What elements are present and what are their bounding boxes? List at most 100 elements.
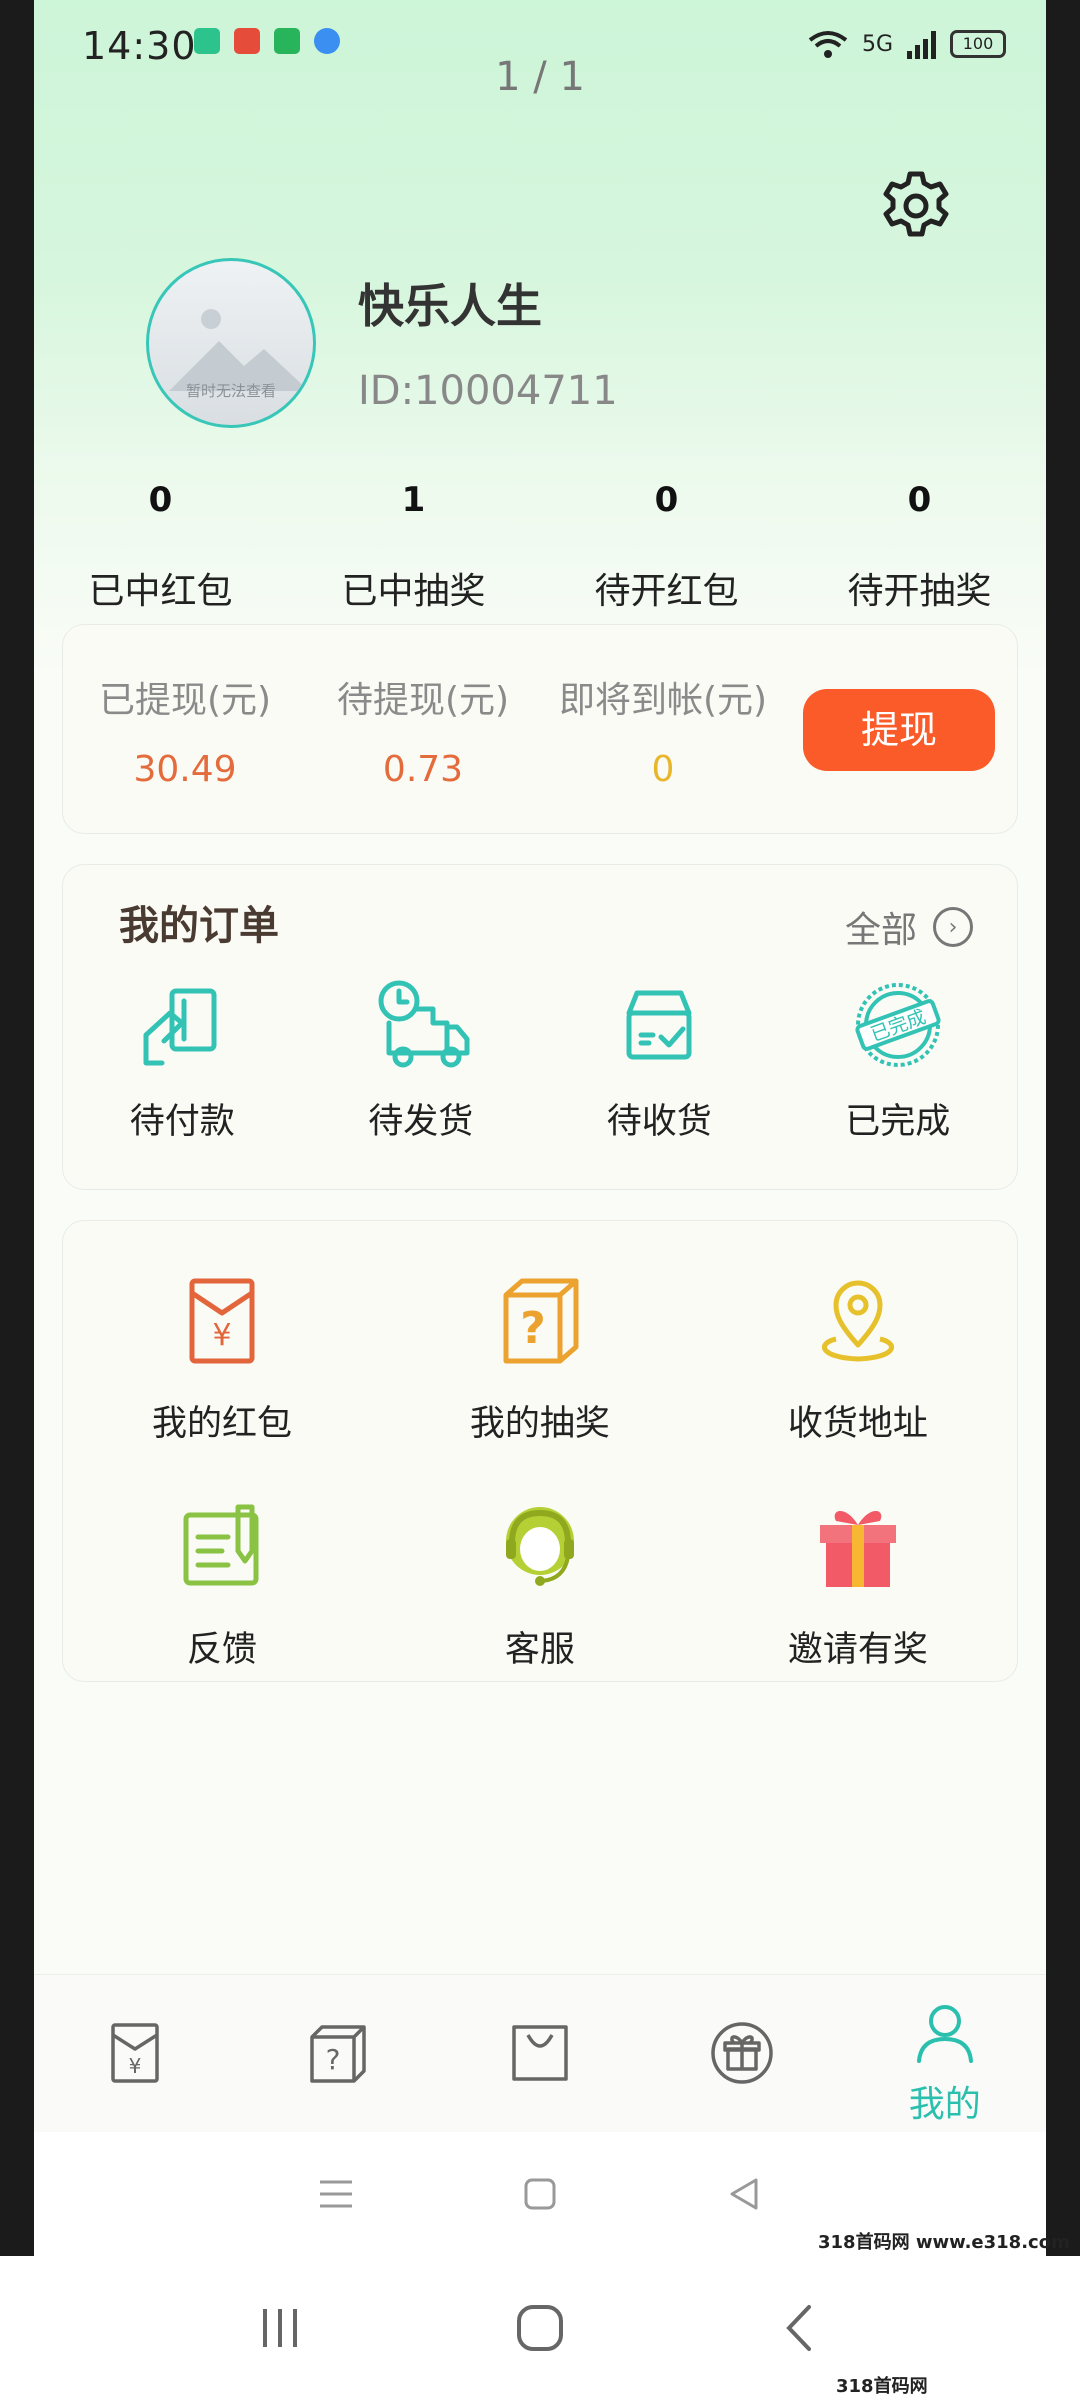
stat-value: 0 bbox=[907, 480, 932, 520]
stat-value: 0 bbox=[654, 480, 679, 520]
service-label: 收货地址 bbox=[787, 1404, 928, 1444]
service-customer-support[interactable]: 客服 bbox=[381, 1499, 699, 1725]
service-lottery[interactable]: ? 我的抽奖 bbox=[381, 1273, 699, 1499]
home-icon[interactable] bbox=[518, 2172, 562, 2216]
service-shipping-address[interactable]: 收货地址 bbox=[699, 1273, 1017, 1499]
avatar[interactable]: 暂时无法查看 bbox=[146, 258, 316, 428]
username: 快乐人生 bbox=[358, 279, 542, 333]
network-label: 5G bbox=[861, 31, 893, 57]
orders-card: 我的订单 全部 › 待付款 待发货 待收货 已完成 已完成 bbox=[62, 864, 1018, 1190]
service-red-envelopes[interactable]: ¥ 我的红包 bbox=[63, 1273, 381, 1499]
service-label: 反馈 bbox=[186, 1630, 257, 1670]
withdrawn-label: 已提现(元) bbox=[98, 680, 272, 721]
order-status-row: 待付款 待发货 待收货 已完成 已完成 bbox=[63, 977, 1017, 1144]
home-icon[interactable] bbox=[513, 2301, 567, 2355]
tab-red-envelope[interactable]: ¥ bbox=[34, 1975, 236, 2132]
customer-service-icon bbox=[505, 1507, 574, 1586]
stats-row: 0 已中红包 1 已中抽奖 0 待开红包 0 待开抽奖 bbox=[34, 480, 1046, 614]
right-frame bbox=[1046, 0, 1080, 2256]
order-status-completed[interactable]: 已完成 已完成 bbox=[779, 977, 1018, 1144]
tab-gift[interactable] bbox=[641, 1975, 843, 2132]
back-chevron-icon[interactable] bbox=[773, 2301, 827, 2355]
signal-icon bbox=[907, 29, 936, 59]
pending-value: 0.73 bbox=[382, 749, 464, 790]
recent-apps-icon[interactable] bbox=[314, 2172, 358, 2216]
services-grid: ¥ 我的红包 ? 我的抽奖 收货地址 反馈 客服 邀请有奖 bbox=[63, 1273, 1017, 1725]
incoming-summary: 即将到帐(元) 0 bbox=[553, 671, 773, 790]
gift-icon bbox=[819, 1511, 896, 1587]
image-placeholder-icon bbox=[169, 309, 309, 391]
svg-text:¥: ¥ bbox=[212, 1318, 231, 1353]
bottom-tab-bar: ¥ ? 我的 bbox=[34, 1974, 1046, 2132]
app-notification-icon bbox=[274, 28, 300, 54]
withdrawn-value: 30.49 bbox=[133, 749, 237, 790]
stat-item[interactable]: 0 已中红包 bbox=[34, 480, 287, 614]
delivery-truck-icon bbox=[378, 980, 470, 1068]
incoming-label: 即将到帐(元) bbox=[558, 680, 768, 721]
order-status-pending-shipment[interactable]: 待发货 bbox=[302, 977, 541, 1144]
user-id: ID:10004711 bbox=[358, 368, 618, 414]
mystery-box-icon: ? bbox=[503, 1278, 579, 1364]
avatar-caption: 暂时无法查看 bbox=[185, 382, 276, 400]
battery-icon: 100 bbox=[950, 30, 1006, 58]
gift-tab-icon bbox=[711, 2022, 774, 2084]
recent-apps-icon[interactable] bbox=[253, 2301, 307, 2355]
order-status-pending-receipt[interactable]: 待收货 bbox=[540, 977, 779, 1144]
stat-value: 1 bbox=[401, 480, 426, 520]
services-card: ¥ 我的红包 ? 我的抽奖 收货地址 反馈 客服 邀请有奖 bbox=[62, 1220, 1018, 1682]
view-all-label: 全部 bbox=[844, 910, 917, 951]
stat-item[interactable]: 0 待开红包 bbox=[540, 480, 793, 614]
service-label: 客服 bbox=[504, 1630, 575, 1670]
app-notification-icon bbox=[234, 28, 260, 54]
status-bar: 14:30 1 / 1 5G 100 bbox=[34, 18, 1046, 100]
service-label: 我的红包 bbox=[151, 1404, 292, 1444]
notification-icons bbox=[194, 28, 340, 54]
payment-icon bbox=[143, 988, 217, 1066]
app-notification-icon bbox=[314, 28, 340, 54]
service-label: 邀请有奖 bbox=[787, 1630, 928, 1670]
orders-title: 我的订单 bbox=[119, 903, 279, 949]
stat-label: 待开红包 bbox=[594, 571, 739, 612]
tab-me[interactable]: 我的 bbox=[844, 1975, 1046, 2132]
stat-value: 0 bbox=[148, 480, 173, 520]
lottery-tab-icon: ? bbox=[309, 2025, 366, 2083]
tab-label: 我的 bbox=[908, 2084, 981, 2125]
wifi-icon bbox=[808, 31, 848, 58]
wallet-card: 已提现(元) 30.49 待提现(元) 0.73 即将到帐(元) 0 提现 bbox=[62, 624, 1018, 834]
service-label: 我的抽奖 bbox=[469, 1404, 610, 1444]
order-status-label: 待付款 bbox=[129, 1102, 235, 1142]
app-notification-icon bbox=[194, 28, 220, 54]
app-screen: 14:30 1 / 1 5G 100 暂时无法查看 快乐人生 ID:100047… bbox=[34, 0, 1046, 2256]
settings-gear-icon[interactable] bbox=[878, 168, 954, 244]
red-envelope-tab-icon: ¥ bbox=[111, 2023, 159, 2083]
order-status-label: 待收货 bbox=[606, 1102, 712, 1142]
stat-item[interactable]: 0 待开抽奖 bbox=[793, 480, 1046, 614]
incoming-value: 0 bbox=[651, 749, 675, 790]
svg-text:?: ? bbox=[520, 1303, 546, 1354]
order-status-pending-payment[interactable]: 待付款 bbox=[63, 977, 302, 1144]
pending-summary: 待提现(元) 0.73 bbox=[323, 671, 523, 790]
watermark: 318首码网 www.e318.com bbox=[836, 2376, 990, 2400]
order-status-label: 已完成 bbox=[845, 1102, 951, 1142]
view-all-orders-link[interactable]: 全部 › bbox=[845, 901, 973, 953]
completed-stamp-icon: 已完成 bbox=[855, 983, 941, 1067]
shopping-bag-tab-icon bbox=[512, 2025, 568, 2081]
feedback-icon bbox=[183, 1504, 259, 1586]
stat-label: 已中抽奖 bbox=[341, 571, 486, 612]
service-invite-rewards[interactable]: 邀请有奖 bbox=[699, 1499, 1017, 1725]
status-time: 14:30 bbox=[82, 24, 197, 68]
package-box-icon bbox=[626, 990, 692, 1060]
withdrawn-summary: 已提现(元) 30.49 bbox=[85, 671, 285, 790]
tab-lottery[interactable]: ? bbox=[236, 1975, 438, 2132]
withdraw-button[interactable]: 提现 bbox=[803, 689, 995, 771]
chevron-right-icon: › bbox=[933, 907, 973, 947]
svg-text:?: ? bbox=[325, 2043, 340, 2076]
system-indicators: 5G 100 bbox=[808, 28, 1006, 60]
left-frame bbox=[0, 0, 34, 2256]
service-feedback[interactable]: 反馈 bbox=[63, 1499, 381, 1725]
pending-label: 待提现(元) bbox=[336, 680, 510, 721]
back-icon[interactable] bbox=[722, 2172, 766, 2216]
stat-item[interactable]: 1 已中抽奖 bbox=[287, 480, 540, 614]
tab-shop[interactable] bbox=[439, 1975, 641, 2132]
order-status-label: 待发货 bbox=[368, 1102, 474, 1142]
